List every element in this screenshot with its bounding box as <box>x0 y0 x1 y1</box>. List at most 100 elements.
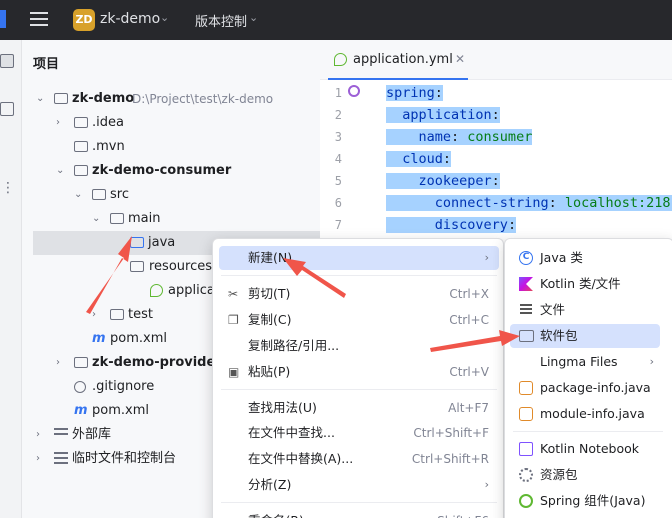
tree-label: zk-demo-consumer <box>92 163 232 178</box>
menu-item-new[interactable]: 新建(N) › <box>219 246 499 270</box>
menu-item-cut[interactable]: ✂ 剪切(T) Ctrl+X <box>219 282 499 306</box>
tree-label: java <box>148 235 176 250</box>
kotlin-icon <box>519 277 533 291</box>
menu-item-copy-path[interactable]: 复制路径/引用... <box>219 334 499 358</box>
more-tools-icon[interactable]: ⋮ <box>1 180 15 196</box>
java-class-icon: C <box>519 251 533 265</box>
submenu-item-kotlin[interactable]: Kotlin 类/文件 <box>510 272 660 296</box>
code-line: application: <box>386 104 500 126</box>
tree-row[interactable]: .mvn <box>22 135 320 159</box>
chevron-right-icon[interactable]: › <box>56 351 68 375</box>
menu-shortcut: Ctrl+Shift+R <box>411 452 489 466</box>
new-submenu: C Java 类 Kotlin 类/文件 文件 软件包 Lingma Files… <box>504 238 672 518</box>
menu-shortcut: Ctrl+Shift+F <box>413 426 489 440</box>
project-badge[interactable]: ZD <box>73 9 95 31</box>
close-icon[interactable]: ✕ <box>455 52 465 66</box>
hamburger-icon[interactable] <box>30 12 48 28</box>
tree-row[interactable]: ⌄ main <box>22 207 320 231</box>
chevron-down-icon[interactable]: ⌄ <box>56 159 68 183</box>
chevron-down-icon[interactable]: ⌄ <box>74 183 86 207</box>
submenu-item-package-info[interactable]: package-info.java <box>510 376 660 400</box>
chevron-down-icon[interactable]: ⌄ <box>36 87 48 111</box>
resource-bundle-icon <box>519 468 533 482</box>
tree-row[interactable]: ⌄ src <box>22 183 320 207</box>
menu-shortcut: Shift+F6 <box>437 509 489 518</box>
yaml-key: connect-string <box>434 195 549 211</box>
menu-shortcut: Ctrl+X <box>449 287 489 301</box>
submenu-item-spring-component[interactable]: Spring 组件(Java) <box>510 489 660 513</box>
line-number: 3 <box>334 130 342 144</box>
tree-label: .mvn <box>92 139 125 154</box>
menu-item-label: Java 类 <box>540 250 583 265</box>
project-tool-icon[interactable] <box>0 54 14 68</box>
tab-application-yml[interactable]: application.yml ✕ <box>328 40 468 80</box>
chevron-down-icon[interactable]: ⌄ <box>160 11 169 24</box>
chevron-right-icon[interactable]: › <box>92 303 104 327</box>
folder-icon <box>74 117 88 128</box>
menu-item-find-in-files[interactable]: 在文件中查找... Ctrl+Shift+F <box>219 421 499 445</box>
menu-separator <box>221 389 497 390</box>
tree-label: main <box>128 211 161 226</box>
line-number: 5 <box>334 174 342 188</box>
tree-path: D:\Project\test\zk-demo <box>132 92 274 106</box>
submenu-item-resource-bundle[interactable]: 资源包 <box>510 463 660 487</box>
tree-row[interactable]: › .idea <box>22 111 320 135</box>
menu-item-copy[interactable]: ❐ 复制(C) Ctrl+C <box>219 308 499 332</box>
menu-item-find-usages[interactable]: 查找用法(U) Alt+F7 <box>219 396 499 420</box>
spring-icon <box>519 494 533 508</box>
line-number: 4 <box>334 152 342 166</box>
tree-row[interactable]: ⌄ zk-demo-consumer <box>22 159 320 183</box>
code-line: spring: <box>386 85 443 101</box>
menu-item-label: module-info.java <box>540 406 645 421</box>
yaml-key: discovery <box>434 217 508 233</box>
menu-item-label: 复制路径/引用... <box>248 338 340 353</box>
tree-row[interactable]: ⌄ zk-demo D:\Project\test\zk-demo <box>22 87 320 111</box>
copy-icon: ❐ <box>228 313 239 327</box>
vcs-menu[interactable]: 版本控制 <box>195 11 247 30</box>
submenu-item-kotlin-notebook[interactable]: Kotlin Notebook <box>510 437 660 461</box>
chevron-down-icon[interactable]: ⌄ <box>249 11 258 24</box>
yaml-value: localhost:2181 <box>564 195 672 211</box>
folder-icon <box>110 213 124 224</box>
tree-label: src <box>110 187 129 202</box>
line-number: 7 <box>334 218 342 232</box>
spring-gutter-icon[interactable] <box>348 85 360 97</box>
chevron-right-icon[interactable]: › <box>36 423 48 447</box>
spring-leaf-icon <box>150 284 163 297</box>
library-icon <box>54 428 68 440</box>
submenu-item-module-info[interactable]: module-info.java <box>510 402 660 426</box>
window-edge-indicator <box>0 10 6 28</box>
line-number: 6 <box>334 196 342 210</box>
menu-item-label: 在文件中替换(A)... <box>248 451 354 466</box>
chevron-right-icon: › <box>484 478 489 491</box>
submenu-item-lingma[interactable]: Lingma Files › <box>510 350 660 374</box>
yaml-value: consumer <box>467 129 533 145</box>
tree-label: .idea <box>92 115 124 130</box>
menu-item-label: 在文件中查找... <box>248 425 335 440</box>
line-number: 1 <box>334 86 342 100</box>
chevron-down-icon[interactable]: ⌄ <box>92 207 104 231</box>
submenu-item-file[interactable]: 文件 <box>510 298 660 322</box>
module-folder-icon <box>54 93 68 104</box>
menu-shortcut: Ctrl+V <box>449 365 489 379</box>
submenu-item-java-class[interactable]: C Java 类 <box>510 246 660 270</box>
chevron-right-icon[interactable]: › <box>36 447 48 471</box>
menu-item-rename[interactable]: 重命名(R)... Shift+F6 <box>219 509 499 518</box>
menu-item-analyze[interactable]: 分析(Z) › <box>219 473 499 497</box>
code-line: zookeeper: <box>386 170 500 192</box>
submenu-item-package[interactable]: 软件包 <box>510 324 660 348</box>
structure-tool-icon[interactable] <box>0 102 14 116</box>
menu-item-label: 分析(Z) <box>248 477 292 492</box>
menu-item-label: Spring 组件(Java) <box>540 493 646 508</box>
panel-title: 项目 <box>33 57 60 72</box>
menu-separator <box>513 431 663 432</box>
line-number: 2 <box>334 108 342 122</box>
menu-item-paste[interactable]: ▣ 粘贴(P) Ctrl+V <box>219 360 499 384</box>
menu-item-replace-in-files[interactable]: 在文件中替换(A)... Ctrl+Shift+R <box>219 447 499 471</box>
project-name[interactable]: zk-demo <box>100 11 160 27</box>
menu-item-label: 新建(N) <box>248 250 293 265</box>
menu-item-label: 剪切(T) <box>248 286 291 301</box>
code-line: discovery: <box>386 214 517 236</box>
chevron-right-icon[interactable]: › <box>56 111 68 135</box>
context-menu: 新建(N) › ✂ 剪切(T) Ctrl+X ❐ 复制(C) Ctrl+C 复制… <box>212 238 504 518</box>
